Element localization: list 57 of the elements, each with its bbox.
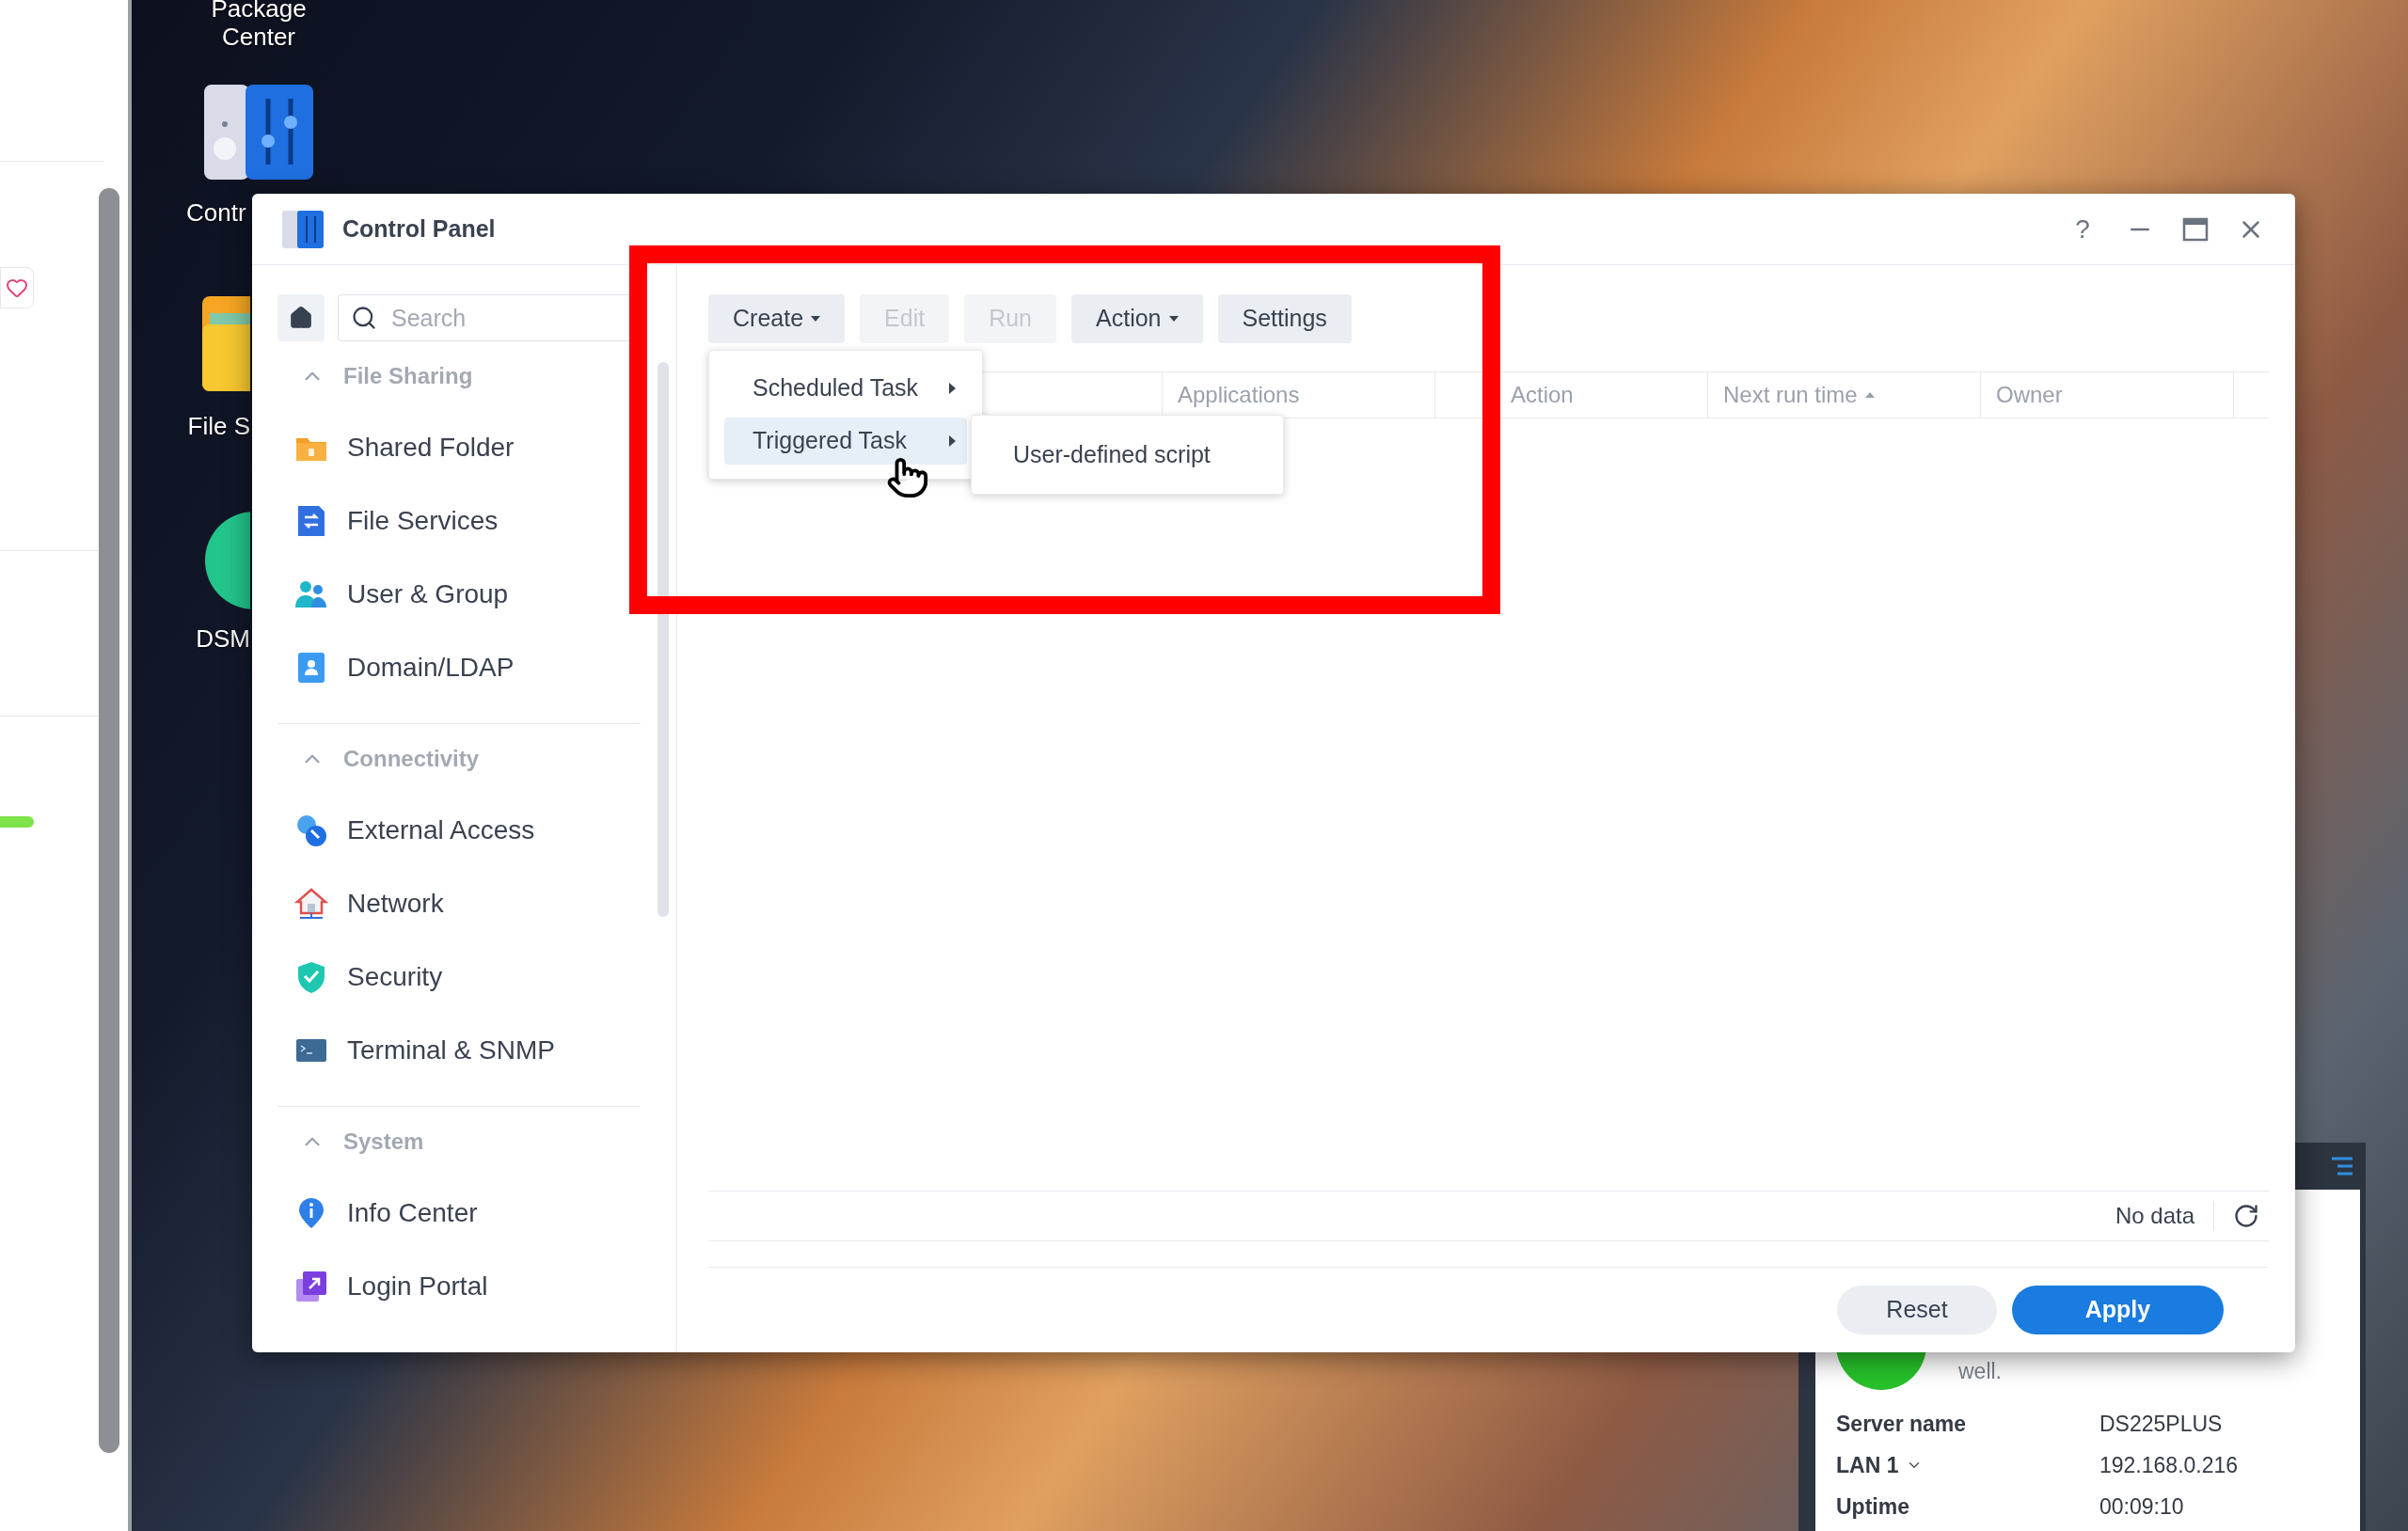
house-icon: [294, 887, 328, 921]
submenu-arrow-icon: [949, 383, 956, 394]
toolbar-button[interactable]: Settings: [1217, 294, 1352, 343]
sidebar-group-heading: System: [343, 1128, 424, 1156]
refresh-icon[interactable]: [2233, 1203, 2259, 1229]
reset-button[interactable]: Reset: [1837, 1286, 1997, 1334]
apply-button[interactable]: Apply: [2012, 1286, 2224, 1334]
info-label: LAN 1: [1836, 1451, 1899, 1479]
menu-item[interactable]: User-defined script: [987, 431, 1268, 479]
desktop-icon-label[interactable]: Contr: [186, 198, 246, 227]
info-label: Uptime: [1836, 1492, 1909, 1521]
sidebar-scrollbar[interactable]: [657, 362, 669, 917]
pager-status: No data: [2115, 1202, 2194, 1230]
desktop-icon-label[interactable]: File S: [187, 412, 250, 440]
sidebar-item[interactable]: Info Center: [277, 1176, 641, 1250]
control-panel-icon: [282, 210, 324, 248]
help-button[interactable]: ?: [2067, 209, 2098, 249]
sidebar-item[interactable]: External Access: [277, 794, 641, 867]
info-value: DS225PLUS: [2099, 1410, 2223, 1438]
sidebar-item[interactable]: Login Portal: [277, 1250, 641, 1323]
list-icon[interactable]: [2330, 1156, 2354, 1176]
home-button[interactable]: [277, 294, 325, 341]
scrollbar-thumb[interactable]: [99, 188, 119, 1453]
desktop-icon-label[interactable]: DSM: [196, 624, 250, 653]
link-icon: [294, 813, 328, 847]
sidebar-item[interactable]: Shared Folder: [277, 411, 641, 484]
toolbar-button[interactable]: Create: [708, 294, 846, 343]
heart-icon: [6, 276, 28, 299]
menu-item[interactable]: Scheduled Task: [724, 365, 967, 412]
info-label: Server name: [1836, 1410, 1967, 1438]
favorite-button[interactable]: [0, 267, 34, 308]
sidebar-item[interactable]: Network: [277, 867, 641, 940]
control-panel-app-icon[interactable]: [204, 85, 313, 180]
sidebar-group-heading: Connectivity: [343, 745, 480, 773]
home-icon: [289, 306, 313, 330]
status-text: well.: [1958, 1357, 2002, 1385]
info-value: 192.168.0.216: [2099, 1451, 2239, 1479]
search-icon: [351, 305, 377, 331]
submenu-arrow-icon: [949, 435, 956, 447]
caret-icon: [1168, 316, 1179, 322]
sidebar-item[interactable]: Terminal & SNMP: [277, 1014, 641, 1087]
highlight-stripe: [0, 816, 34, 828]
sidebar-group-heading: File Sharing: [343, 362, 473, 390]
dsm-app-icon[interactable]: [205, 512, 250, 609]
info-value: 00:09:10: [2099, 1492, 2184, 1521]
window-title: Control Panel: [342, 213, 496, 244]
maximize-icon[interactable]: [2182, 216, 2209, 242]
sidebar-item[interactable]: Domain/LDAP: [277, 631, 641, 704]
desktop-icon-label[interactable]: Package Center: [202, 0, 315, 51]
caret-icon: [811, 316, 821, 322]
menu-item[interactable]: Triggered Task: [724, 418, 967, 465]
toolbar-button[interactable]: Action: [1071, 294, 1203, 343]
sidebar-item[interactable]: User & Group: [277, 558, 641, 631]
sort-ascending-icon: [1864, 392, 1875, 398]
sidebar-item[interactable]: Security: [277, 940, 641, 1014]
portal-icon: [294, 1270, 328, 1303]
sidebar-item[interactable]: File Services: [277, 484, 641, 558]
